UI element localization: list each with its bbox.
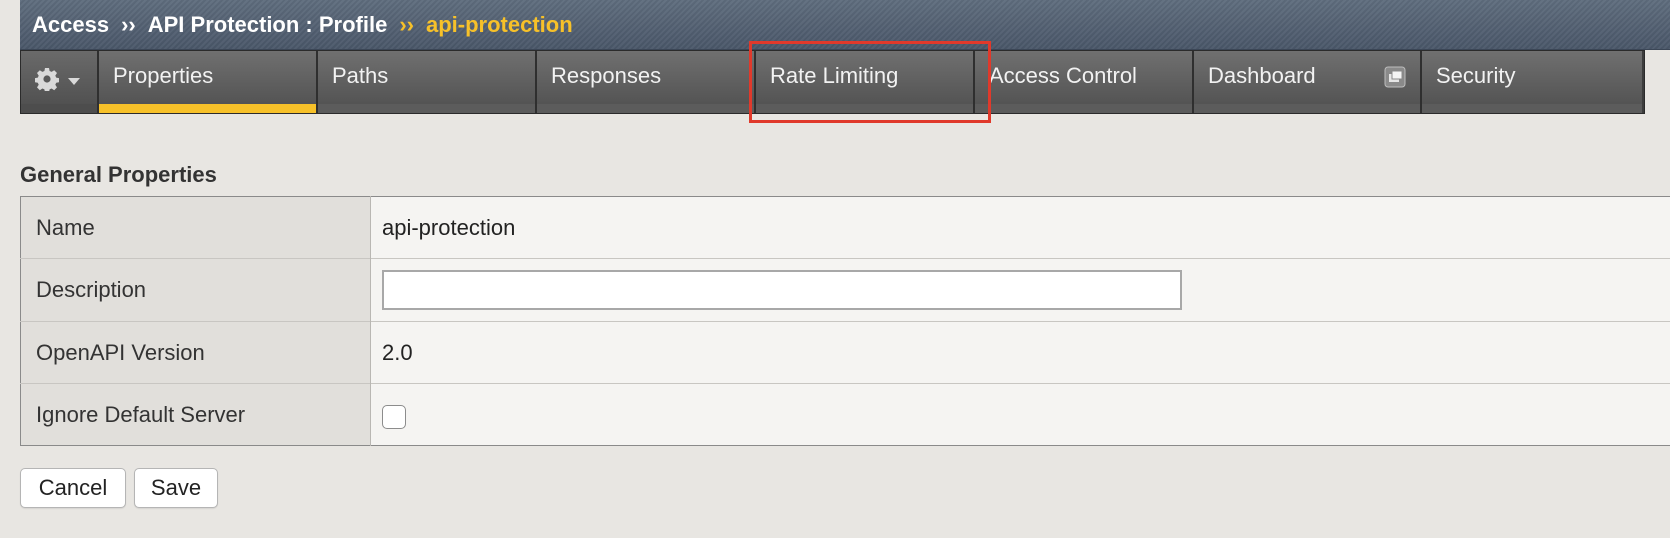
tab-label: Dashboard — [1208, 63, 1316, 88]
ignore-default-server-cell — [370, 383, 1670, 446]
tab-properties[interactable]: Properties — [99, 51, 318, 113]
properties-table: Name api-protection Description OpenAPI … — [20, 196, 1670, 446]
description-label: Description — [20, 258, 371, 322]
tab-access-control[interactable]: Access Control — [975, 51, 1194, 113]
chevron-down-icon — [68, 78, 80, 85]
tab-dashboard[interactable]: Dashboard — [1194, 51, 1422, 113]
tab-security[interactable]: Security — [1422, 51, 1642, 113]
tab-label: Access Control — [989, 63, 1137, 88]
ignore-default-server-checkbox[interactable] — [382, 404, 406, 429]
breadcrumb-item-profile[interactable]: API Protection : Profile — [148, 12, 388, 38]
gear-icon — [35, 68, 59, 91]
settings-menu-button[interactable] — [21, 51, 99, 113]
breadcrumb-item-access[interactable]: Access — [32, 12, 109, 38]
tab-label: Responses — [551, 63, 662, 88]
ignore-default-server-label: Ignore Default Server — [20, 383, 371, 446]
table-row: Name api-protection — [20, 196, 1670, 259]
breadcrumb-separator: ›› — [399, 11, 414, 37]
save-button[interactable]: Save — [134, 468, 218, 508]
section-title: General Properties — [20, 162, 217, 187]
tab-label: Paths — [332, 63, 389, 88]
popout-window-icon[interactable] — [1384, 66, 1406, 88]
tab-paths[interactable]: Paths — [318, 51, 537, 113]
table-row: OpenAPI Version 2.0 — [20, 321, 1670, 384]
openapi-version-label: OpenAPI Version — [20, 321, 371, 384]
table-row: Ignore Default Server — [20, 383, 1670, 446]
tab-rate-limiting[interactable]: Rate Limiting — [756, 51, 975, 113]
tab-label: Security — [1436, 63, 1516, 88]
breadcrumb-separator: ›› — [121, 11, 136, 37]
name-value: api-protection — [370, 196, 1670, 259]
cancel-button[interactable]: Cancel — [20, 468, 126, 508]
tab-label: Properties — [113, 63, 214, 88]
openapi-version-value: 2.0 — [370, 321, 1670, 384]
description-field[interactable] — [382, 270, 1182, 310]
tab-responses[interactable]: Responses — [537, 51, 756, 113]
name-label: Name — [20, 196, 371, 259]
breadcrumb: Access ›› API Protection : Profile ›› ap… — [20, 0, 1670, 50]
description-cell — [370, 258, 1670, 322]
tab-bar: Properties Paths Responses Rate Limiting… — [20, 50, 1645, 114]
table-row: Description — [20, 258, 1670, 322]
breadcrumb-current: api-protection — [425, 11, 573, 37]
tab-label: Rate Limiting — [770, 63, 899, 88]
